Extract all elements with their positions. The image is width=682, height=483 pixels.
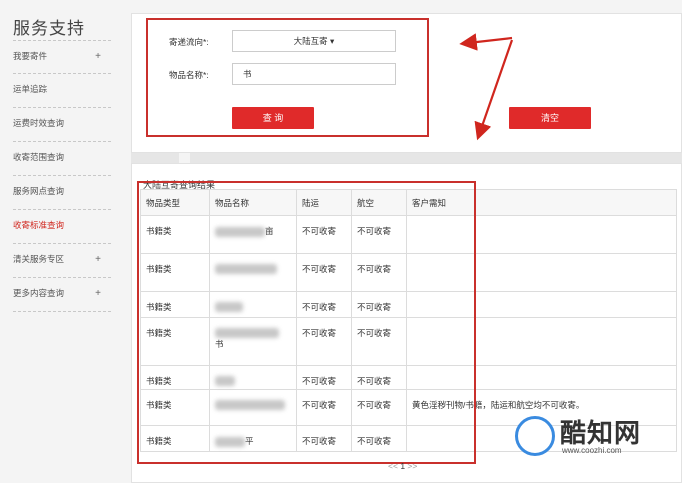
- watermark-text: 酷知网: [560, 419, 642, 449]
- watermark-url: www.coozhi.com: [562, 446, 622, 455]
- arrow-down-icon: [474, 39, 514, 141]
- watermark-logo: 酷知网 www.coozhi.com: [515, 412, 675, 462]
- annotation-arrows: [459, 33, 514, 141]
- arrow-left-icon: [459, 33, 513, 51]
- logo-icon: [515, 416, 555, 456]
